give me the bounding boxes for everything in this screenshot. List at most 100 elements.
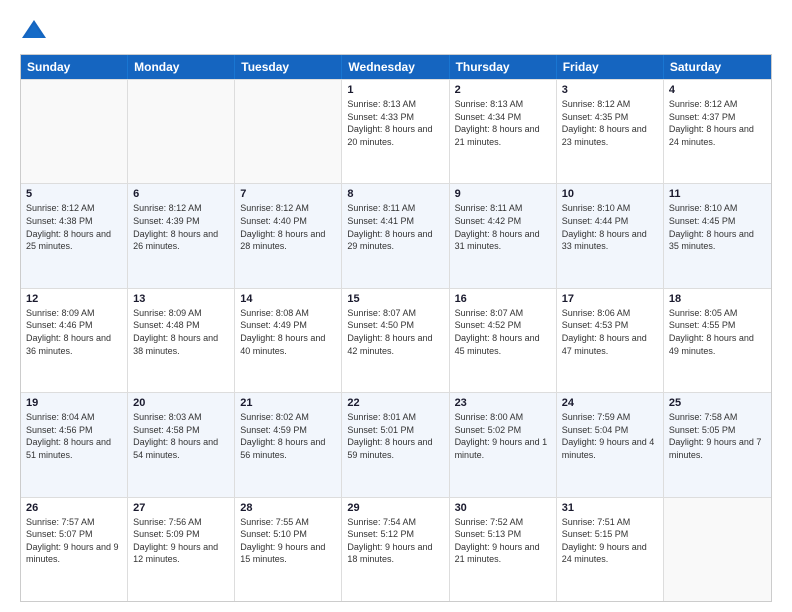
cell-info: Sunrise: 8:00 AM Sunset: 5:02 PM Dayligh… bbox=[455, 411, 551, 461]
day-number: 26 bbox=[26, 502, 122, 514]
cal-cell: 17 Sunrise: 8:06 AM Sunset: 4:53 PM Dayli… bbox=[557, 289, 664, 392]
cal-cell: 27 Sunrise: 7:56 AM Sunset: 5:09 PM Dayli… bbox=[128, 498, 235, 601]
cal-cell bbox=[128, 80, 235, 183]
cell-info: Sunrise: 8:04 AM Sunset: 4:56 PM Dayligh… bbox=[26, 411, 122, 461]
cal-cell: 12 Sunrise: 8:09 AM Sunset: 4:46 PM Dayli… bbox=[21, 289, 128, 392]
header-cell-tuesday: Tuesday bbox=[235, 55, 342, 79]
cal-cell: 2Sunrise: 8:13 AM Sunset: 4:34 PM Daylig… bbox=[450, 80, 557, 183]
cell-info: Sunrise: 8:02 AM Sunset: 4:59 PM Dayligh… bbox=[240, 411, 336, 461]
cal-cell: 28Sunrise: 7:55 AM Sunset: 5:10 PM Dayli… bbox=[235, 498, 342, 601]
cal-cell: 23 Sunrise: 8:00 AM Sunset: 5:02 PM Dayli… bbox=[450, 393, 557, 496]
cell-info: Sunrise: 8:03 AM Sunset: 4:58 PM Dayligh… bbox=[133, 411, 229, 461]
day-number: 22 bbox=[347, 397, 443, 409]
day-number: 24 bbox=[562, 397, 658, 409]
page-header bbox=[20, 16, 772, 44]
day-number: 17 bbox=[562, 293, 658, 305]
cell-info: Sunrise: 8:12 AM Sunset: 4:38 PM Dayligh… bbox=[26, 202, 122, 252]
day-number: 11 bbox=[669, 188, 766, 200]
cal-week-5: 26 Sunrise: 7:57 AM Sunset: 5:07 PM Dayli… bbox=[21, 497, 771, 601]
day-number: 9 bbox=[455, 188, 551, 200]
day-number: 16 bbox=[455, 293, 551, 305]
cal-cell: 8Sunrise: 8:11 AM Sunset: 4:41 PM Daylig… bbox=[342, 184, 449, 287]
cal-cell: 11Sunrise: 8:10 AM Sunset: 4:45 PM Dayli… bbox=[664, 184, 771, 287]
cal-cell: 5Sunrise: 8:12 AM Sunset: 4:38 PM Daylig… bbox=[21, 184, 128, 287]
cal-cell: 7 Sunrise: 8:12 AM Sunset: 4:40 PM Daylig… bbox=[235, 184, 342, 287]
cell-info: Sunrise: 7:56 AM Sunset: 5:09 PM Dayligh… bbox=[133, 516, 229, 566]
cal-week-2: 5Sunrise: 8:12 AM Sunset: 4:38 PM Daylig… bbox=[21, 183, 771, 287]
cell-info: Sunrise: 8:07 AM Sunset: 4:50 PM Dayligh… bbox=[347, 307, 443, 357]
cell-info: Sunrise: 8:06 AM Sunset: 4:53 PM Dayligh… bbox=[562, 307, 658, 357]
day-number: 23 bbox=[455, 397, 551, 409]
day-number: 25 bbox=[669, 397, 766, 409]
day-number: 27 bbox=[133, 502, 229, 514]
cal-cell: 25 Sunrise: 7:58 AM Sunset: 5:05 PM Dayli… bbox=[664, 393, 771, 496]
cal-cell: 19 Sunrise: 8:04 AM Sunset: 4:56 PM Dayli… bbox=[21, 393, 128, 496]
day-number: 29 bbox=[347, 502, 443, 514]
cal-cell: 14 Sunrise: 8:08 AM Sunset: 4:49 PM Dayli… bbox=[235, 289, 342, 392]
cal-cell: 9 Sunrise: 8:11 AM Sunset: 4:42 PM Daylig… bbox=[450, 184, 557, 287]
cell-info: Sunrise: 7:59 AM Sunset: 5:04 PM Dayligh… bbox=[562, 411, 658, 461]
cal-cell: 3Sunrise: 8:12 AM Sunset: 4:35 PM Daylig… bbox=[557, 80, 664, 183]
cell-info: Sunrise: 8:12 AM Sunset: 4:37 PM Dayligh… bbox=[669, 98, 766, 148]
cal-cell: 18 Sunrise: 8:05 AM Sunset: 4:55 PM Dayli… bbox=[664, 289, 771, 392]
cal-cell bbox=[664, 498, 771, 601]
cell-info: Sunrise: 7:55 AM Sunset: 5:10 PM Dayligh… bbox=[240, 516, 336, 566]
logo bbox=[20, 16, 52, 44]
cal-cell bbox=[21, 80, 128, 183]
day-number: 18 bbox=[669, 293, 766, 305]
cell-info: Sunrise: 8:10 AM Sunset: 4:44 PM Dayligh… bbox=[562, 202, 658, 252]
cal-cell: 16 Sunrise: 8:07 AM Sunset: 4:52 PM Dayli… bbox=[450, 289, 557, 392]
day-number: 7 bbox=[240, 188, 336, 200]
header-cell-wednesday: Wednesday bbox=[342, 55, 449, 79]
header-cell-saturday: Saturday bbox=[664, 55, 771, 79]
cell-info: Sunrise: 8:07 AM Sunset: 4:52 PM Dayligh… bbox=[455, 307, 551, 357]
cell-info: Sunrise: 8:09 AM Sunset: 4:46 PM Dayligh… bbox=[26, 307, 122, 357]
cal-cell: 10 Sunrise: 8:10 AM Sunset: 4:44 PM Dayli… bbox=[557, 184, 664, 287]
day-number: 15 bbox=[347, 293, 443, 305]
calendar-header: SundayMondayTuesdayWednesdayThursdayFrid… bbox=[21, 55, 771, 79]
day-number: 20 bbox=[133, 397, 229, 409]
day-number: 12 bbox=[26, 293, 122, 305]
cell-info: Sunrise: 8:09 AM Sunset: 4:48 PM Dayligh… bbox=[133, 307, 229, 357]
cell-info: Sunrise: 7:57 AM Sunset: 5:07 PM Dayligh… bbox=[26, 516, 122, 566]
day-number: 10 bbox=[562, 188, 658, 200]
cal-cell: 26 Sunrise: 7:57 AM Sunset: 5:07 PM Dayli… bbox=[21, 498, 128, 601]
cal-cell: 15 Sunrise: 8:07 AM Sunset: 4:50 PM Dayli… bbox=[342, 289, 449, 392]
cell-info: Sunrise: 8:13 AM Sunset: 4:33 PM Dayligh… bbox=[347, 98, 443, 148]
day-number: 30 bbox=[455, 502, 551, 514]
cal-cell: 1 Sunrise: 8:13 AM Sunset: 4:33 PM Daylig… bbox=[342, 80, 449, 183]
cal-cell bbox=[235, 80, 342, 183]
day-number: 21 bbox=[240, 397, 336, 409]
day-number: 19 bbox=[26, 397, 122, 409]
cal-cell: 13 Sunrise: 8:09 AM Sunset: 4:48 PM Dayli… bbox=[128, 289, 235, 392]
calendar-page: SundayMondayTuesdayWednesdayThursdayFrid… bbox=[0, 0, 792, 612]
day-number: 14 bbox=[240, 293, 336, 305]
day-number: 6 bbox=[133, 188, 229, 200]
cal-cell: 31Sunrise: 7:51 AM Sunset: 5:15 PM Dayli… bbox=[557, 498, 664, 601]
cell-info: Sunrise: 7:58 AM Sunset: 5:05 PM Dayligh… bbox=[669, 411, 766, 461]
day-number: 1 bbox=[347, 84, 443, 96]
cell-info: Sunrise: 8:01 AM Sunset: 5:01 PM Dayligh… bbox=[347, 411, 443, 461]
calendar: SundayMondayTuesdayWednesdayThursdayFrid… bbox=[20, 54, 772, 602]
cell-info: Sunrise: 8:11 AM Sunset: 4:41 PM Dayligh… bbox=[347, 202, 443, 252]
cell-info: Sunrise: 8:11 AM Sunset: 4:42 PM Dayligh… bbox=[455, 202, 551, 252]
cal-week-1: 1 Sunrise: 8:13 AM Sunset: 4:33 PM Daylig… bbox=[21, 79, 771, 183]
cell-info: Sunrise: 8:12 AM Sunset: 4:40 PM Dayligh… bbox=[240, 202, 336, 252]
cal-cell: 6Sunrise: 8:12 AM Sunset: 4:39 PM Daylig… bbox=[128, 184, 235, 287]
cell-info: Sunrise: 8:08 AM Sunset: 4:49 PM Dayligh… bbox=[240, 307, 336, 357]
header-cell-monday: Monday bbox=[128, 55, 235, 79]
cal-cell: 22 Sunrise: 8:01 AM Sunset: 5:01 PM Dayli… bbox=[342, 393, 449, 496]
cell-info: Sunrise: 7:54 AM Sunset: 5:12 PM Dayligh… bbox=[347, 516, 443, 566]
header-cell-friday: Friday bbox=[557, 55, 664, 79]
cell-info: Sunrise: 7:52 AM Sunset: 5:13 PM Dayligh… bbox=[455, 516, 551, 566]
cal-cell: 4Sunrise: 8:12 AM Sunset: 4:37 PM Daylig… bbox=[664, 80, 771, 183]
cell-info: Sunrise: 8:05 AM Sunset: 4:55 PM Dayligh… bbox=[669, 307, 766, 357]
cal-cell: 21 Sunrise: 8:02 AM Sunset: 4:59 PM Dayli… bbox=[235, 393, 342, 496]
calendar-body: 1 Sunrise: 8:13 AM Sunset: 4:33 PM Daylig… bbox=[21, 79, 771, 601]
cal-cell: 24 Sunrise: 7:59 AM Sunset: 5:04 PM Dayli… bbox=[557, 393, 664, 496]
day-number: 13 bbox=[133, 293, 229, 305]
cal-week-4: 19 Sunrise: 8:04 AM Sunset: 4:56 PM Dayli… bbox=[21, 392, 771, 496]
header-cell-sunday: Sunday bbox=[21, 55, 128, 79]
day-number: 2 bbox=[455, 84, 551, 96]
day-number: 31 bbox=[562, 502, 658, 514]
